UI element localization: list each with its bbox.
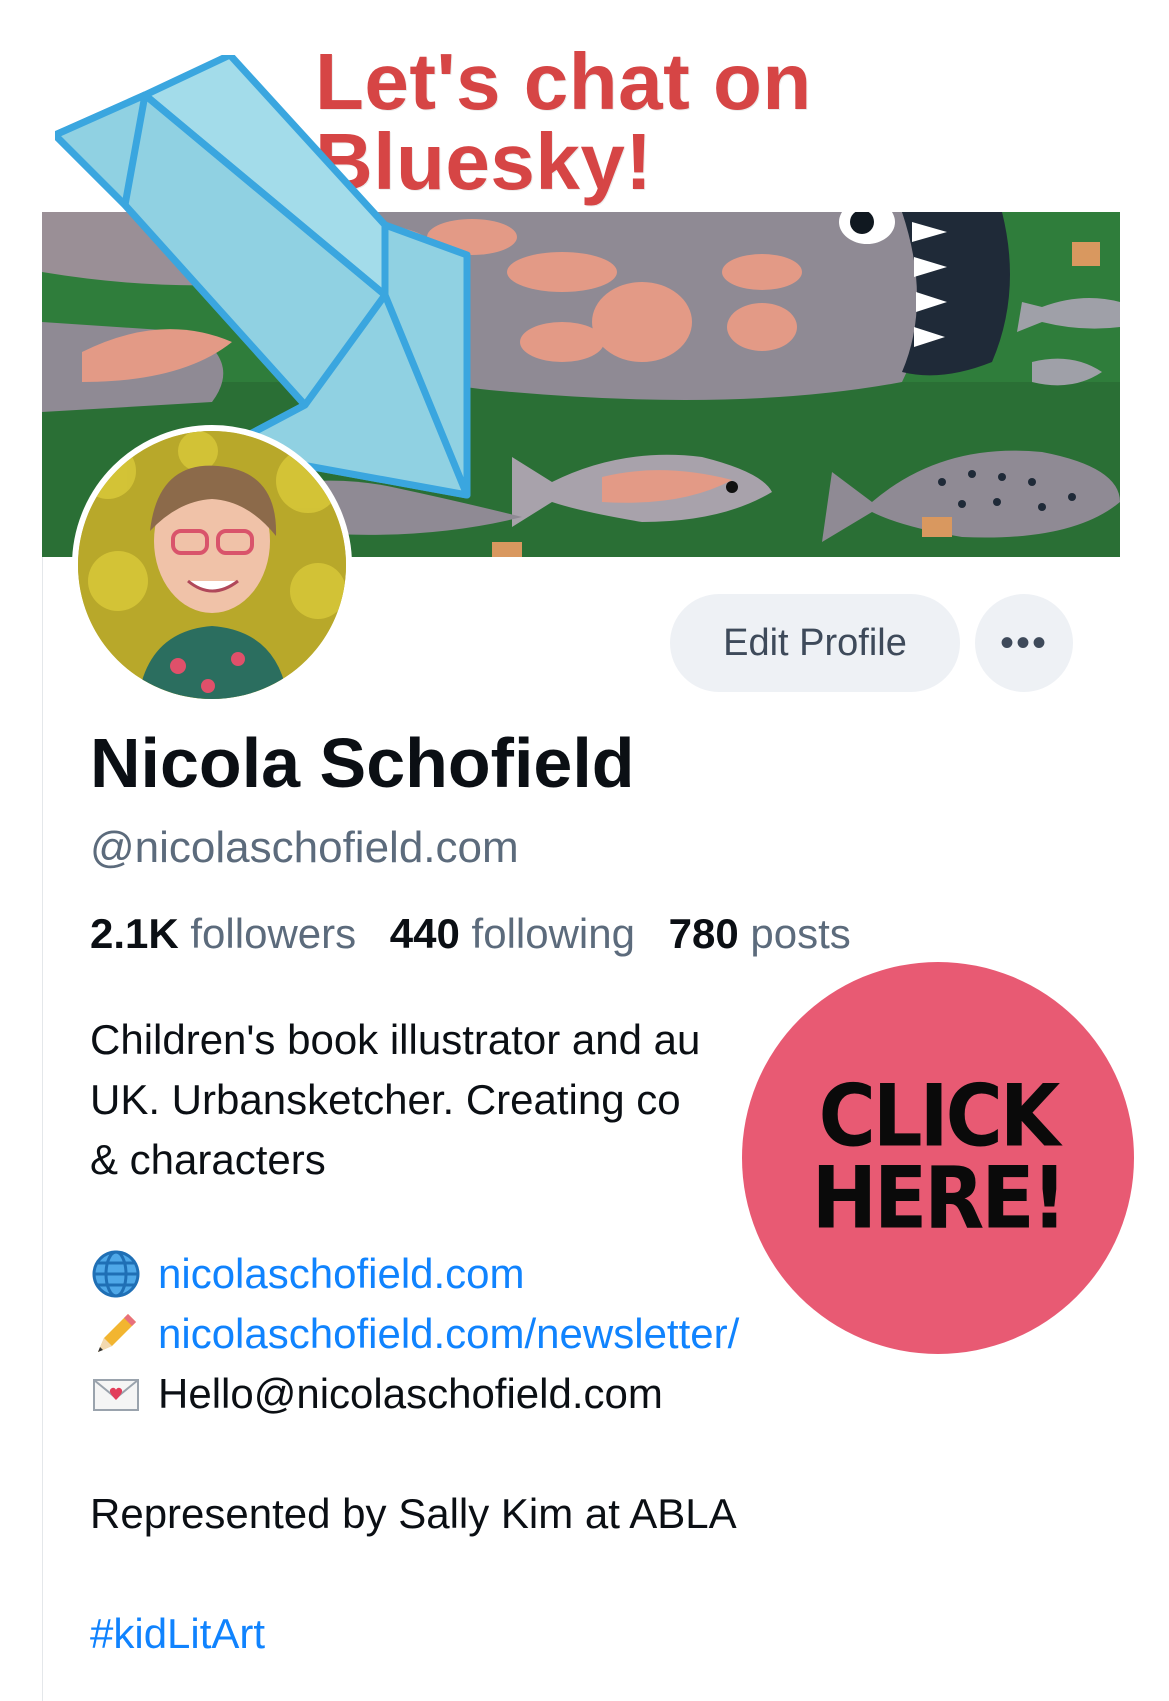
globe-icon <box>90 1248 142 1300</box>
representation-text: Represented by Sally Kim at ABLA <box>90 1490 737 1537</box>
bio-line: UK. Urbansketcher. Creating co <box>90 1076 681 1123</box>
followers-stat[interactable]: 2.1K followers <box>90 910 378 957</box>
newsletter-link[interactable]: nicolaschofield.com/newsletter/ <box>158 1304 739 1364</box>
email-row: Hello@nicolaschofield.com <box>90 1364 739 1424</box>
bio-line: & characters <box>90 1136 326 1183</box>
website-link[interactable]: nicolaschofield.com <box>158 1244 525 1304</box>
website-link-row: nicolaschofield.com <box>90 1244 739 1304</box>
hashtag-link[interactable]: #kidLitArt <box>90 1604 265 1664</box>
love-letter-icon <box>90 1368 142 1420</box>
profile-links: nicolaschofield.com nicolaschofield.com/… <box>90 1244 739 1424</box>
bio-line: Children's book illustrator and au <box>90 1016 701 1063</box>
more-options-button[interactable]: ••• <box>975 594 1073 692</box>
avatar-photo <box>78 431 346 699</box>
click-here-line-2: HERE! <box>811 1149 1067 1249</box>
profile-handle: @nicolaschofield.com <box>90 823 519 872</box>
newsletter-link-row: nicolaschofield.com/newsletter/ <box>90 1304 739 1364</box>
pencil-icon <box>90 1308 142 1360</box>
avatar[interactable] <box>72 425 352 705</box>
following-stat[interactable]: 440 following <box>390 910 657 957</box>
ellipsis-icon: ••• <box>999 620 1048 665</box>
profile-bio: Children's book illustrator and au UK. U… <box>90 1010 790 1190</box>
pointing-arrow-graphic <box>55 55 471 499</box>
posts-stat: 780 posts <box>668 910 851 957</box>
profile-stats: 2.1K followers 440 following 780 posts <box>90 913 873 955</box>
display-name: Nicola Schofield <box>90 724 635 802</box>
edit-profile-button[interactable]: Edit Profile <box>670 594 960 692</box>
click-here-badge[interactable]: CLICK HERE! <box>742 962 1134 1354</box>
email-address: Hello@nicolaschofield.com <box>158 1370 663 1417</box>
